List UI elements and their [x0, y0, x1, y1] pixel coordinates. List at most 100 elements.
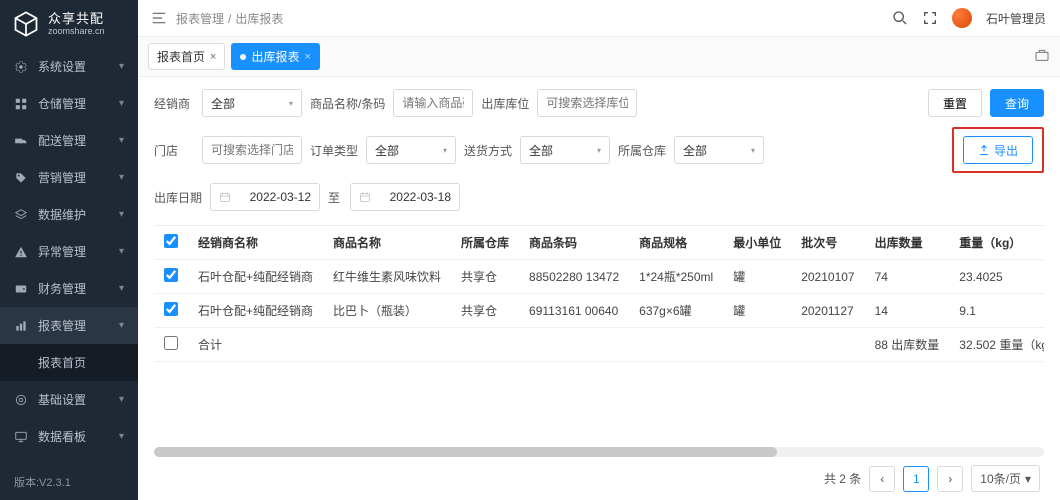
query-button[interactable]: 查询 — [990, 89, 1044, 117]
outloc-label: 出库库位 — [481, 95, 529, 112]
dealer-select[interactable]: 全部▾ — [202, 89, 302, 117]
chevron-down-icon: ▾ — [119, 283, 124, 294]
sidebar-item-finance[interactable]: 财务管理▾ — [0, 270, 138, 307]
row-checkbox[interactable] — [164, 302, 178, 316]
sidebar-sub-report-home[interactable]: 报表首页 — [0, 344, 138, 381]
order-type-select[interactable]: 全部▾ — [366, 136, 456, 164]
tab-outbound-report[interactable]: 出库报表× — [231, 43, 319, 70]
export-highlight: 导出 — [952, 127, 1044, 173]
sidebar-item-basic[interactable]: 基础设置▾ — [0, 381, 138, 418]
table-header: 重量（kg） — [949, 226, 1044, 260]
table-total-row: 合计88 出库数量32.502 重量（kg）0.064890 体积（立方） — [154, 328, 1044, 362]
horizontal-scrollbar[interactable] — [154, 447, 1044, 457]
chevron-down-icon: ▾ — [1025, 472, 1031, 486]
sidebar-item-delivery[interactable]: 配送管理▾ — [0, 122, 138, 159]
brand-en: zoomshare.cn — [48, 26, 105, 37]
wh-select[interactable]: 全部▾ — [674, 136, 764, 164]
search-icon[interactable] — [892, 10, 908, 26]
order-type-label: 订单类型 — [310, 142, 358, 159]
chevron-down-icon: ▾ — [443, 146, 447, 155]
table-header: 商品条码 — [519, 226, 629, 260]
sidebar-item-data[interactable]: 数据维护▾ — [0, 196, 138, 233]
chevron-down-icon: ▾ — [751, 146, 755, 155]
grid-icon — [14, 97, 28, 111]
layers-icon — [14, 208, 28, 222]
ship-select[interactable]: 全部▾ — [520, 136, 610, 164]
sidebar-item-exception[interactable]: 异常管理▾ — [0, 233, 138, 270]
chevron-down-icon: ▾ — [289, 99, 293, 108]
dealer-label: 经销商 — [154, 95, 194, 112]
table-header: 批次号 — [791, 226, 864, 260]
date-label: 出库日期 — [154, 189, 202, 206]
calendar-icon — [359, 191, 371, 203]
row-checkbox[interactable] — [164, 268, 178, 282]
page-size-select[interactable]: 10条/页▾ — [971, 465, 1040, 492]
pager-prev[interactable]: ‹ — [869, 466, 895, 492]
table-header: 商品规格 — [629, 226, 723, 260]
sidebar-nav: 系统设置▾ 仓储管理▾ 配送管理▾ 营销管理▾ 数据维护▾ 异常管理▾ 财务管理… — [0, 48, 138, 464]
chevron-down-icon: ▾ — [119, 320, 124, 331]
dot-icon — [240, 54, 246, 60]
cube-icon — [12, 10, 40, 38]
breadcrumb: 报表管理/出库报表 — [176, 10, 283, 27]
store-input[interactable] — [202, 136, 302, 164]
row-checkbox[interactable] — [164, 336, 178, 350]
pager-total: 共 2 条 — [824, 470, 861, 487]
close-icon[interactable]: × — [304, 51, 310, 63]
date-to-input[interactable]: 2022-03-18 — [350, 183, 460, 211]
cog-icon — [14, 393, 28, 407]
outloc-input[interactable] — [537, 89, 637, 117]
chevron-down-icon: ▾ — [119, 172, 124, 183]
chevron-down-icon: ▾ — [119, 61, 124, 72]
wallet-icon — [14, 282, 28, 296]
chart-icon — [14, 319, 28, 333]
select-all-checkbox[interactable] — [164, 234, 178, 248]
chevron-down-icon: ▾ — [119, 98, 124, 109]
brand-cn: 众享共配 — [48, 11, 105, 27]
sidebar-item-marketing[interactable]: 营销管理▾ — [0, 159, 138, 196]
sidebar-item-warehouse[interactable]: 仓储管理▾ — [0, 85, 138, 122]
product-label: 商品名称/条码 — [310, 95, 385, 112]
export-button[interactable]: 导出 — [963, 136, 1033, 164]
table-row[interactable]: 石叶仓配+纯配经销商红牛维生素风味饮料共享仓88502280 134721*24… — [154, 260, 1044, 294]
chevron-down-icon: ▾ — [119, 209, 124, 220]
chevron-down-icon: ▾ — [119, 135, 124, 146]
version-label: 版本:V2.3.1 — [0, 464, 138, 500]
sidebar-item-system[interactable]: 系统设置▾ — [0, 48, 138, 85]
date-mid: 至 — [328, 189, 342, 206]
menu-toggle-icon[interactable] — [152, 12, 166, 24]
ship-label: 送货方式 — [464, 142, 512, 159]
table-header: 所属仓库 — [451, 226, 519, 260]
calendar-icon — [219, 191, 231, 203]
pager-page-1[interactable]: 1 — [903, 466, 929, 492]
chevron-down-icon: ▾ — [119, 431, 124, 442]
sidebar-item-dashboard[interactable]: 数据看板▾ — [0, 418, 138, 455]
alert-icon — [14, 245, 28, 259]
chevron-down-icon: ▾ — [119, 246, 124, 257]
tab-report-home[interactable]: 报表首页× — [148, 43, 225, 70]
table-header: 商品名称 — [323, 226, 451, 260]
wh-label: 所属仓库 — [618, 142, 666, 159]
username[interactable]: 石叶管理员 — [986, 10, 1046, 27]
truck-icon — [14, 134, 28, 148]
avatar[interactable] — [952, 8, 972, 28]
data-table: 经销商名称商品名称所属仓库商品条码商品规格最小单位批次号出库数量重量（kg）体积… — [154, 225, 1044, 443]
table-header: 最小单位 — [723, 226, 791, 260]
upload-icon — [978, 144, 990, 156]
table-header: 经销商名称 — [188, 226, 323, 260]
fullscreen-icon[interactable] — [922, 10, 938, 26]
table-header: 出库数量 — [865, 226, 950, 260]
sidebar-item-report[interactable]: 报表管理▾ — [0, 307, 138, 344]
store-label: 门店 — [154, 142, 194, 159]
close-icon[interactable]: × — [210, 51, 216, 63]
tag-icon — [14, 171, 28, 185]
pager-next[interactable]: › — [937, 466, 963, 492]
gear-icon — [14, 60, 28, 74]
reset-button[interactable]: 重置 — [928, 89, 982, 117]
toolbox-icon[interactable] — [1034, 47, 1050, 63]
table-row[interactable]: 石叶仓配+纯配经销商比巴卜（瓶装）共享仓69113161 00640637g×6… — [154, 294, 1044, 328]
date-from-input[interactable]: 2022-03-12 — [210, 183, 320, 211]
chevron-down-icon: ▾ — [597, 146, 601, 155]
brand-logo: 众享共配 zoomshare.cn — [0, 0, 138, 48]
product-input[interactable] — [393, 89, 473, 117]
